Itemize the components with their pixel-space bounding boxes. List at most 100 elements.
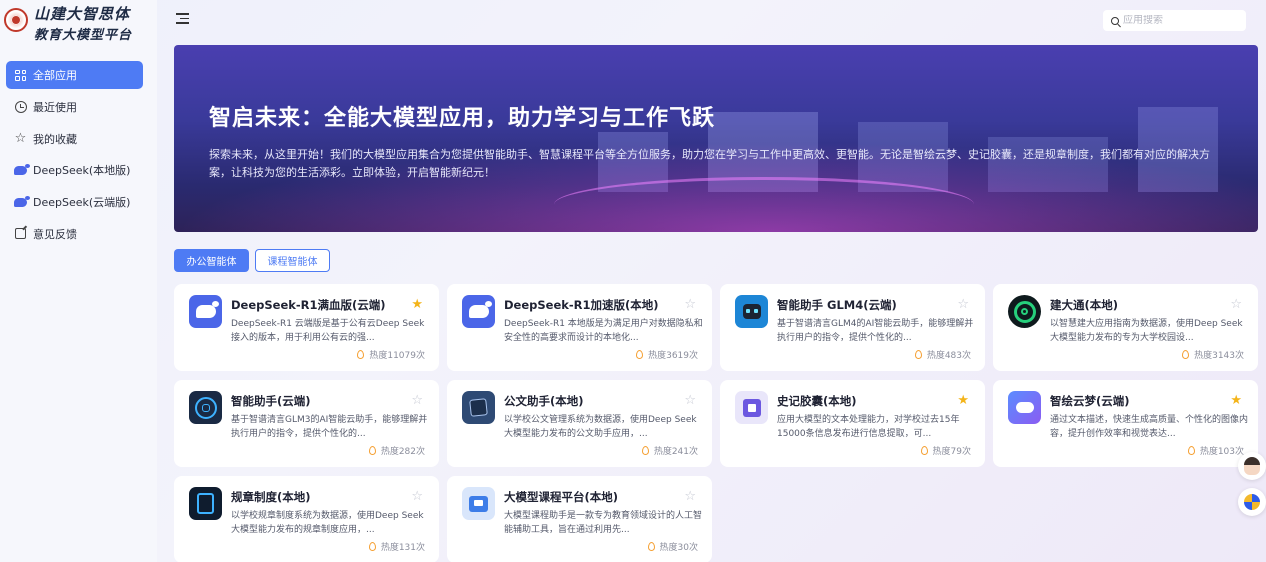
favorite-star-icon[interactable]: ★: [411, 297, 423, 312]
flame-icon: [368, 446, 376, 455]
app-title: 规章制度(本地): [231, 490, 311, 504]
document-icon: [462, 391, 495, 424]
flame-icon: [641, 446, 649, 455]
collapse-menu-icon[interactable]: [176, 13, 189, 24]
favorite-star-icon[interactable]: ☆: [411, 489, 423, 504]
heat-count: 热度3143次: [1194, 351, 1244, 361]
favorite-star-icon[interactable]: ☆: [684, 297, 696, 312]
app-description: DeepSeek-R1 云端版是基于公有云Deep Seek接入的版本，用于利用…: [231, 319, 425, 343]
app-description: DeepSeek-R1 本地版是为满足用户对数据隐私和安全性的高要求而设计的本地…: [504, 319, 703, 343]
clock-icon: [14, 100, 27, 113]
logo[interactable]: 山建大智思体 教育大模型平台: [4, 4, 132, 45]
sidebar-item-feedback[interactable]: 意见反馈: [6, 220, 143, 248]
flame-icon: [647, 542, 655, 551]
app-card[interactable]: 智能助手 GLM4(云端) ☆ 基于智谱清言GLM4的AI智能云助手，能够理解并…: [720, 284, 985, 371]
app-card[interactable]: 史记胶囊(本地) ★ 应用大模型的文本处理能力，对学校过去15年15000条信息…: [720, 380, 985, 467]
sidebar-item-label: 全部应用: [33, 69, 77, 82]
app-heat: 热度3143次: [1182, 348, 1244, 361]
brand-name: 山建大智思体: [34, 5, 131, 23]
app-title: 智绘云梦(云端): [1050, 394, 1130, 408]
heat-count: 热度131次: [380, 543, 425, 553]
app-card[interactable]: 智能助手(云端) ☆ 基于智谱清言GLM3的AI智能云助手，能够理解并执行用户的…: [174, 380, 439, 467]
sidebar-nav: 全部应用 最近使用 ☆ 我的收藏 DeepSeek(本地版) DeepSeek(…: [6, 61, 143, 252]
app-card[interactable]: DeepSeek-R1加速版(本地) ☆ DeepSeek-R1 本地版是为满足…: [447, 284, 712, 371]
sidebar-item-favorites[interactable]: ☆ 我的收藏: [6, 125, 143, 153]
flame-icon: [368, 542, 376, 551]
app-description: 大模型课程助手是一款专为教育领域设计的人工智能辅助工具，旨在通过利用先...: [504, 511, 703, 535]
favorite-star-icon[interactable]: ☆: [1230, 297, 1242, 312]
heat-count: 热度103次: [1199, 447, 1244, 457]
deepseek-icon: [14, 163, 30, 177]
sidebar-item-deepseek-cloud[interactable]: DeepSeek(云端版): [6, 188, 143, 216]
favorite-star-icon[interactable]: ☆: [957, 297, 969, 312]
sidebar-item-label: 最近使用: [33, 100, 77, 114]
banner-road-illustration: [554, 177, 974, 232]
app-card[interactable]: 大模型课程平台(本地) ☆ 大模型课程助手是一款专为教育领域设计的人工智能辅助工…: [447, 476, 712, 562]
favorite-star-icon[interactable]: ★: [957, 393, 969, 408]
heat-count: 热度79次: [932, 447, 971, 457]
flame-icon: [920, 446, 928, 455]
course-icon: [462, 487, 495, 520]
sidebar-item-label: DeepSeek(本地版): [33, 164, 131, 178]
app-logo-icon: [1244, 494, 1260, 510]
app-title: 智能助手 GLM4(云端): [777, 298, 897, 312]
robot-icon: [735, 295, 768, 328]
app-card[interactable]: 智绘云梦(云端) ★ 通过文本描述，快速生成高质量、个性化的图像内容，提升创作效…: [993, 380, 1258, 467]
app-title: 大模型课程平台(本地): [504, 490, 619, 504]
app-title: 史记胶囊(本地): [777, 394, 857, 408]
banner-title: 智启未来：全能大模型应用，助力学习与工作飞跃: [209, 106, 716, 131]
app-description: 通过文本描述，快速生成高质量、个性化的图像内容，提升创作效率和视觉表达...: [1050, 415, 1249, 439]
search-input[interactable]: [1123, 15, 1233, 26]
app-heat: 热度11079次: [357, 348, 425, 361]
search-box[interactable]: [1103, 10, 1246, 31]
app-heat: 热度282次: [368, 444, 425, 457]
app-heat: 热度241次: [641, 444, 698, 457]
heat-count: 热度3619次: [648, 351, 698, 361]
flame-icon: [914, 350, 922, 359]
jiandatong-icon: [1008, 295, 1041, 328]
app-card[interactable]: 规章制度(本地) ☆ 以学校规章制度系统为数据源，使用Deep Seek大模型能…: [174, 476, 439, 562]
tab-office-agents[interactable]: 办公智能体: [174, 249, 249, 272]
heat-count: 热度282次: [380, 447, 425, 457]
flame-icon: [1182, 350, 1190, 359]
ai-assistant-icon: [189, 391, 222, 424]
app-card[interactable]: DeepSeek-R1满血版(云端) ★ DeepSeek-R1 云端版是基于公…: [174, 284, 439, 371]
tab-course-agents[interactable]: 课程智能体: [255, 249, 330, 272]
favorite-star-icon[interactable]: ★: [1230, 393, 1242, 408]
sidebar-item-all-apps[interactable]: 全部应用: [6, 61, 143, 89]
app-description: 基于智谱清言GLM3的AI智能云助手，能够理解并执行用户的指令，提供个性化的..…: [231, 415, 428, 439]
app-title: 建大通(本地): [1050, 298, 1119, 312]
favorite-star-icon[interactable]: ☆: [411, 393, 423, 408]
app-description: 以智慧建大应用指南为数据源，使用Deep Seek大模型能力发布的专为大学校园设…: [1050, 319, 1243, 343]
deepseek-icon: [14, 195, 30, 209]
app-heat: 热度103次: [1187, 444, 1244, 457]
sidebar-item-label: 我的收藏: [33, 132, 77, 146]
sidebar-item-recent[interactable]: 最近使用: [6, 93, 143, 121]
favorite-star-icon[interactable]: ☆: [684, 393, 696, 408]
logo-text: 山建大智思体 教育大模型平台: [34, 4, 132, 45]
heat-count: 热度30次: [659, 543, 698, 553]
deepseek-icon: [462, 295, 495, 328]
app-title: DeepSeek-R1加速版(本地): [504, 298, 659, 312]
app-title: 智能助手(云端): [231, 394, 311, 408]
sidebar-item-deepseek-local[interactable]: DeepSeek(本地版): [6, 156, 143, 184]
school-seal-icon: [4, 8, 28, 32]
app-heat: 热度30次: [647, 540, 698, 553]
app-description: 应用大模型的文本处理能力，对学校过去15年15000条信息发布进行信息提取，可.…: [777, 415, 960, 439]
history-capsule-icon: [735, 391, 768, 424]
app-card[interactable]: 建大通(本地) ☆ 以智慧建大应用指南为数据源，使用Deep Seek大模型能力…: [993, 284, 1258, 371]
app-title: 公文助手(本地): [504, 394, 584, 408]
heat-count: 热度11079次: [369, 351, 425, 361]
app-card[interactable]: 公文助手(本地) ☆ 以学校公文管理系统为数据源，使用Deep Seek大模型能…: [447, 380, 712, 467]
banner-description: 探索未来，从这里开始！我们的大模型应用集合为您提供智能助手、智慧课程平台等全方位…: [209, 148, 1210, 179]
rules-icon: [189, 487, 222, 520]
app-description: 基于智谱清言GLM4的AI智能云助手，能够理解并执行用户的指令，提供个性化的..…: [777, 319, 974, 343]
favorite-star-icon[interactable]: ☆: [684, 489, 696, 504]
hero-banner: 智启未来：全能大模型应用，助力学习与工作飞跃 探索未来，从这里开始！我们的大模型…: [174, 45, 1258, 232]
assistant-avatar-button[interactable]: [1238, 452, 1266, 480]
app-title: DeepSeek-R1满血版(云端): [231, 298, 386, 312]
cloud-paint-icon: [1008, 391, 1041, 424]
floating-app-button[interactable]: [1238, 488, 1266, 516]
sidebar-item-label: DeepSeek(云端版): [33, 196, 131, 210]
flame-icon: [357, 350, 365, 359]
